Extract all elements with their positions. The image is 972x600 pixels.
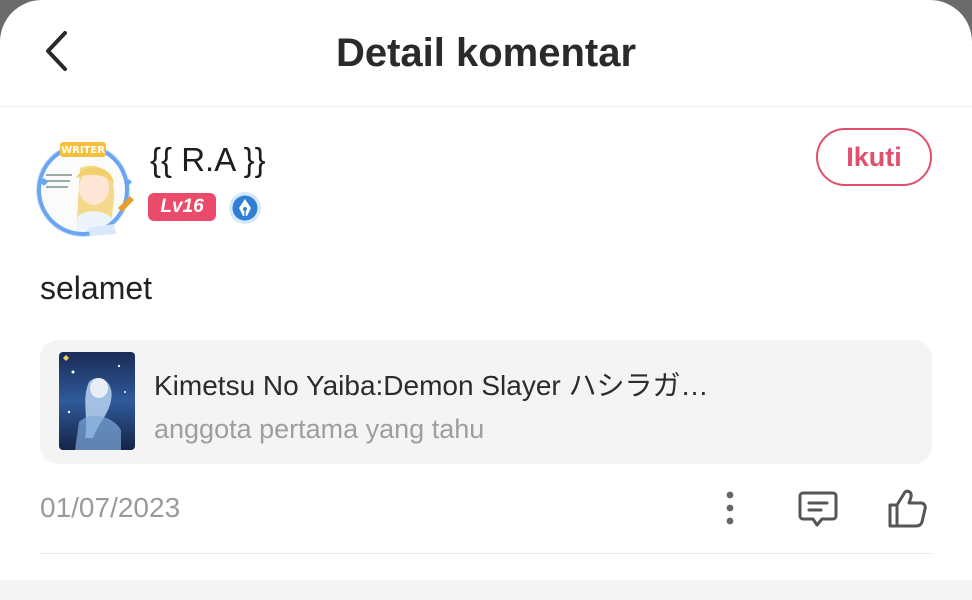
book-title: Kimetsu No Yaiba:Demon Slayer ハシラガ… [154, 370, 709, 401]
book-cover [59, 352, 135, 450]
reply-button[interactable] [794, 484, 842, 532]
book-card[interactable]: Kimetsu No Yaiba:Demon Slayer ハシラガ… angg… [40, 340, 932, 464]
more-vertical-icon [726, 491, 734, 525]
thumbs-up-icon [888, 489, 927, 528]
book-subtitle: anggota pertama yang tahu [154, 414, 485, 444]
pen-nib-icon [228, 191, 262, 225]
more-options-button[interactable] [706, 484, 754, 532]
reply-comment-icon [798, 491, 838, 527]
section-separator [0, 580, 972, 600]
level-badge: Lv16 [148, 193, 216, 221]
avatar[interactable]: WRITER [30, 138, 136, 238]
avatar-frame-label: WRITER [61, 145, 105, 156]
like-button[interactable] [883, 484, 931, 532]
comment-date: 01/07/2023 [40, 492, 181, 523]
follow-button[interactable]: Ikuti [816, 128, 932, 186]
avatar-image: WRITER [36, 142, 134, 237]
header-bar: Detail komentar [0, 0, 972, 107]
comment-detail-sheet: Detail komentar WRITER {{R.A}} Lv16 Ik… [0, 0, 972, 600]
page-title: Detail komentar [335, 31, 637, 75]
divider [40, 553, 932, 554]
comment-text: selamet [40, 270, 153, 306]
username[interactable]: {{ R.A }} [150, 140, 266, 180]
